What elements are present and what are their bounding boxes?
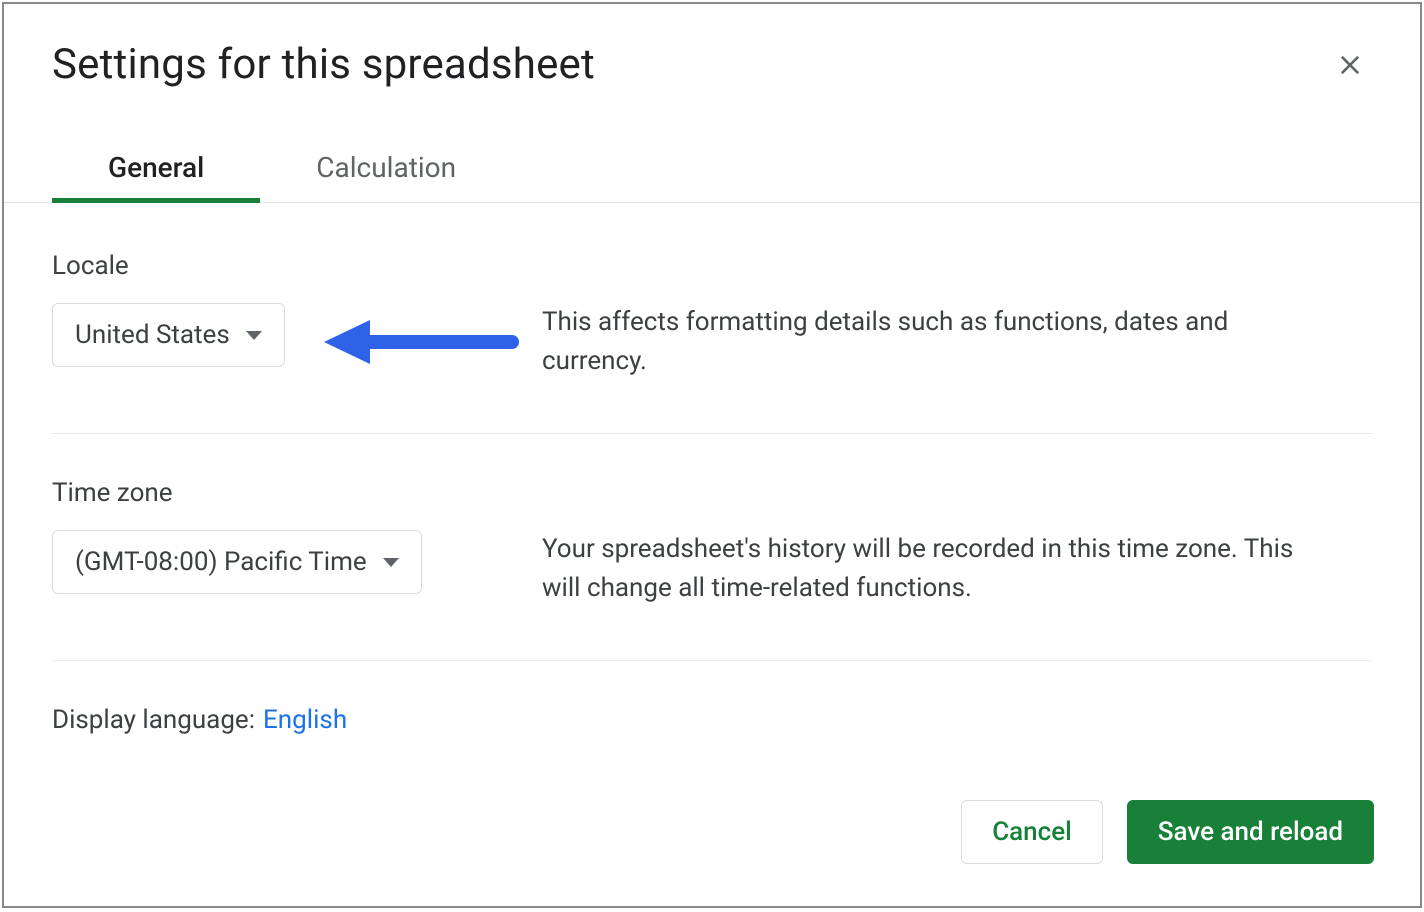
- locale-select[interactable]: United States: [52, 303, 285, 367]
- tab-calculation-label: Calculation: [316, 151, 456, 184]
- tab-general-label: General: [108, 151, 204, 184]
- tabs: General Calculation: [4, 137, 1420, 203]
- display-language-row: Display language: English: [52, 705, 1372, 735]
- timezone-row: (GMT-08:00) Pacific Time Your spreadshee…: [52, 530, 1372, 608]
- caret-down-icon: [246, 331, 262, 340]
- close-icon: [1336, 51, 1364, 79]
- timezone-description: Your spreadsheet's history will be recor…: [542, 530, 1322, 608]
- locale-label: Locale: [52, 251, 1372, 281]
- dialog-title: Settings for this spreadsheet: [52, 40, 595, 89]
- settings-dialog: Settings for this spreadsheet General Ca…: [2, 2, 1422, 908]
- cancel-button-label: Cancel: [992, 817, 1072, 847]
- save-reload-button[interactable]: Save and reload: [1127, 800, 1374, 864]
- display-language-link[interactable]: English: [263, 705, 347, 735]
- dialog-content: Locale United States This affects format…: [4, 203, 1420, 735]
- caret-down-icon: [383, 558, 399, 567]
- display-language-label: Display language:: [52, 705, 255, 735]
- close-button[interactable]: [1328, 43, 1372, 87]
- save-reload-button-label: Save and reload: [1158, 817, 1343, 847]
- tab-general[interactable]: General: [52, 137, 260, 202]
- tab-calculation[interactable]: Calculation: [260, 137, 512, 202]
- timezone-select-value: (GMT-08:00) Pacific Time: [75, 547, 367, 577]
- timezone-section: Time zone (GMT-08:00) Pacific Time Your …: [52, 478, 1372, 661]
- locale-section: Locale United States This affects format…: [52, 251, 1372, 434]
- timezone-select[interactable]: (GMT-08:00) Pacific Time: [52, 530, 422, 594]
- locale-description: This affects formatting details such as …: [542, 303, 1322, 381]
- locale-row: United States This affects formatting de…: [52, 303, 1372, 381]
- dialog-buttons: Cancel Save and reload: [961, 800, 1374, 864]
- cancel-button[interactable]: Cancel: [961, 800, 1103, 864]
- locale-select-value: United States: [75, 320, 230, 350]
- dialog-header: Settings for this spreadsheet: [4, 4, 1420, 89]
- timezone-label: Time zone: [52, 478, 1372, 508]
